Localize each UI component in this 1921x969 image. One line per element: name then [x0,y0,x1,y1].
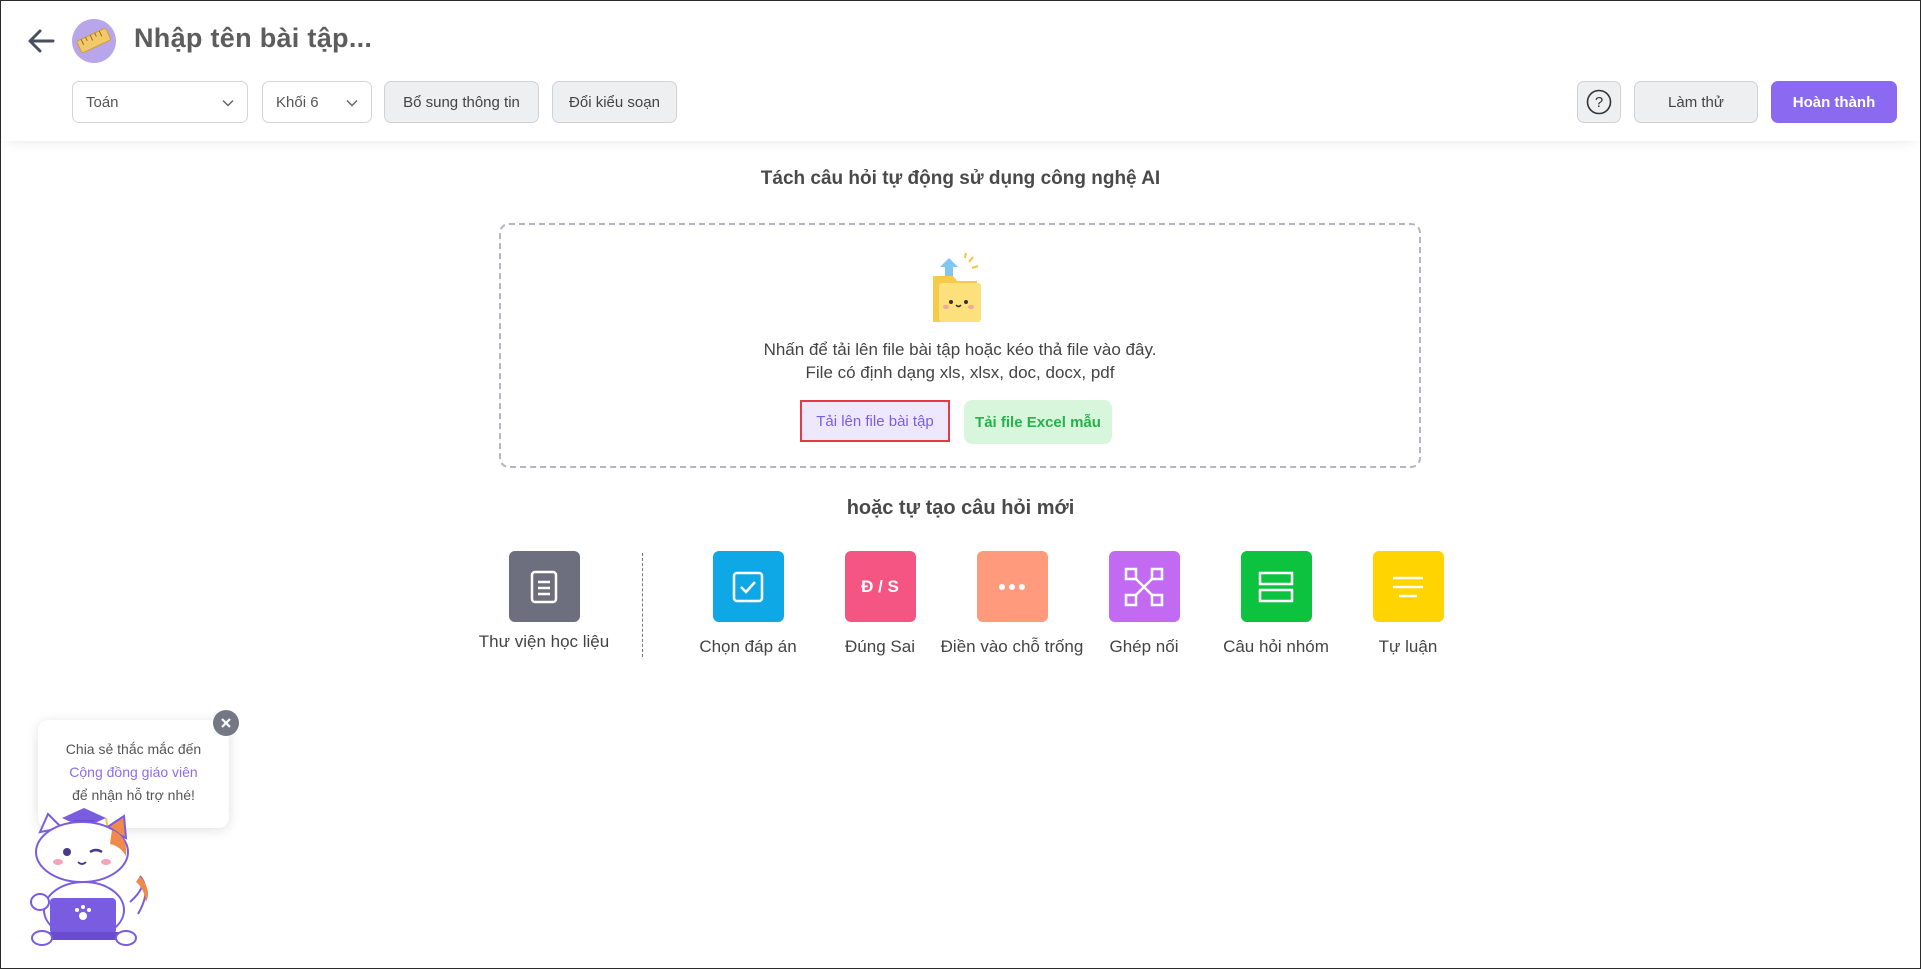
matching-icon [1108,551,1180,622]
ai-section-heading: Tách câu hỏi tự động sử dụng công nghệ A… [760,168,1161,189]
upload-file-button[interactable]: Tải lên file bài tập [800,400,950,442]
exercise-title[interactable]: Nhập tên bài tập... [134,23,372,54]
dropzone-formats: File có định dạng xls, xlsx, doc, docx, … [805,363,1115,382]
folder-upload-icon [933,252,981,322]
create-new-heading: hoặc tự tạo câu hỏi mới [846,497,1075,519]
subject-select[interactable]: Toán [72,81,248,123]
group-icon [1240,551,1312,622]
library-icon [508,551,580,622]
help-icon: ? [1586,89,1612,115]
window-frame [0,0,1921,969]
close-icon[interactable] [213,710,239,736]
svg-text:?: ? [1595,94,1603,111]
more-info-button[interactable]: Bổ sung thông tin [384,81,539,123]
section-divider [642,553,643,657]
essay-icon [1372,551,1444,622]
grade-select[interactable]: Khối 6 [262,81,372,123]
library-label: Thư viện học liệu [478,632,610,651]
dropzone-instruction: Nhấn để tải lên file bài tập hoặc kéo th… [763,340,1157,359]
download-excel-template-button[interactable]: Tải file Excel mẫu [964,400,1112,444]
change-mode-button[interactable]: Đổi kiểu soạn [552,81,677,123]
support-text-3: để nhận hỗ trợ nhé! [72,787,195,803]
subject-select-value: Toán [86,93,119,111]
top-bar: Nhập tên bài tập... Toán Khối 6 Bổ sung … [1,1,1920,141]
qtype-label: Tự luận [1378,637,1438,656]
help-button[interactable]: ? [1577,81,1621,123]
true-false-icon: Đ / S [844,551,916,622]
support-text-1: Chia sẻ thắc mắc đến [65,741,202,757]
chevron-down-icon [222,99,234,107]
file-dropzone[interactable]: Nhấn để tải lên file bài tập hoặc kéo th… [499,223,1421,468]
qtype-essay[interactable]: Tự luận [1328,551,1488,657]
done-button[interactable]: Hoàn thành [1771,81,1897,123]
chevron-down-icon [346,99,358,107]
library-button[interactable]: Thư viện học liệu [464,551,624,652]
grade-select-value: Khối 6 [276,93,319,111]
try-button[interactable]: Làm thử [1634,81,1758,123]
cat-mascot-icon[interactable] [22,806,152,946]
community-link[interactable]: Cộng đồng giáo viên [38,761,229,784]
checkbox-icon [712,551,784,622]
true-false-text: Đ / S [861,576,899,596]
back-arrow-icon[interactable] [23,23,59,59]
dots-icon [976,551,1048,622]
exercise-thumbnail-icon[interactable] [72,19,116,63]
